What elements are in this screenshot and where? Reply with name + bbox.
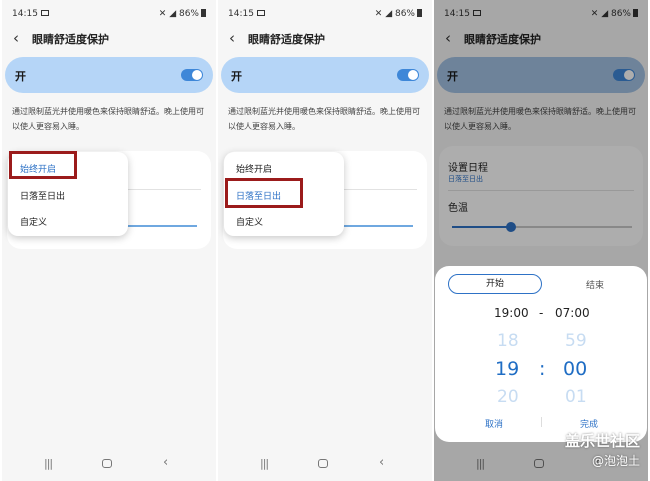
time-colon: : — [539, 358, 546, 380]
menu-item-custom[interactable]: 自定义 — [20, 215, 47, 228]
home-icon[interactable] — [102, 459, 112, 468]
image-notification-icon — [256, 10, 265, 16]
screen-2: 14:15 ✕ ◢ 86% ‹ 眼睛舒适度保护 开 通过限制蓝光并使用暖色来保持… — [218, 0, 432, 481]
status-time: 14:15 — [228, 9, 265, 19]
tab-end[interactable]: 结束 — [565, 278, 625, 291]
minute-current[interactable]: 00 — [563, 358, 587, 380]
slider-track — [127, 225, 197, 227]
watermark-title: 盖乐世社区 — [564, 432, 640, 450]
highlight-box — [9, 151, 77, 179]
nav-back-icon[interactable]: ‹ — [379, 455, 384, 470]
battery-icon — [417, 9, 422, 17]
master-toggle-row[interactable]: 开 — [5, 57, 213, 93]
watermark-author: @泡泡土 — [591, 454, 640, 468]
back-arrow-icon[interactable]: ‹ — [13, 30, 19, 46]
menu-item-custom[interactable]: 自定义 — [236, 215, 263, 228]
home-icon[interactable] — [318, 459, 328, 468]
nav-bar: ||| ‹ — [2, 455, 216, 475]
status-bar: 14:15 ✕ ◢ 86% — [2, 0, 216, 26]
switch-knob — [192, 70, 202, 80]
menu-item-sunset-sunrise[interactable]: 日落至日出 — [20, 189, 65, 202]
screen-1: 14:15 ✕ ◢ 86% ‹ 眼睛舒适度保护 开 通过限制蓝光并使用暖色来保持… — [2, 0, 216, 481]
range-start: 19:00 — [494, 306, 529, 320]
button-divider — [541, 417, 542, 427]
top-bar: ‹ 眼睛舒适度保护 — [2, 28, 216, 50]
hour-next[interactable]: 20 — [497, 387, 519, 407]
recent-apps-icon[interactable]: ||| — [44, 457, 53, 470]
recent-apps-icon[interactable]: ||| — [260, 457, 269, 470]
page-title: 眼睛舒适度保护 — [32, 33, 109, 46]
battery-icon — [201, 9, 206, 17]
switch-knob — [408, 70, 418, 80]
mute-signal-icon: ✕ ◢ — [158, 9, 179, 19]
cancel-button[interactable]: 取消 — [485, 417, 503, 430]
mute-signal-icon: ✕ ◢ — [374, 9, 395, 19]
time-picker-dialog: 开始 结束 19:00 - 07:00 18 59 19 : 00 20 01 … — [435, 266, 647, 442]
battery-text: 86% — [178, 9, 199, 19]
slider-track — [343, 225, 413, 227]
status-right: ✕ ◢ 86% — [375, 9, 422, 19]
battery-text: 86% — [394, 9, 415, 19]
master-switch[interactable] — [397, 69, 419, 81]
description-text: 通过限制蓝光并使用暖色来保持眼睛舒适。晚上使用可以使人更容易入睡。 — [228, 107, 420, 131]
minute-prev[interactable]: 59 — [565, 331, 587, 351]
master-switch[interactable] — [181, 69, 203, 81]
toggle-label: 开 — [231, 70, 242, 83]
hour-prev[interactable]: 18 — [497, 331, 519, 351]
nav-bar: ||| ‹ — [218, 455, 432, 475]
status-bar: 14:15 ✕ ◢ 86% — [218, 0, 432, 26]
highlight-box — [225, 178, 303, 208]
image-notification-icon — [40, 10, 49, 16]
page-title: 眼睛舒适度保护 — [248, 33, 325, 46]
minute-next[interactable]: 01 — [565, 387, 587, 407]
nav-back-icon[interactable]: ‹ — [163, 455, 168, 470]
range-end: 07:00 — [555, 306, 590, 320]
done-button[interactable]: 完成 — [580, 417, 598, 430]
status-right: ✕ ◢ 86% — [159, 9, 206, 19]
toggle-label: 开 — [15, 70, 26, 83]
hour-current[interactable]: 19 — [495, 358, 519, 380]
tab-start[interactable]: 开始 — [448, 274, 542, 294]
menu-item-always-on[interactable]: 始终开启 — [236, 162, 272, 175]
status-time: 14:15 — [12, 9, 49, 19]
range-separator: - — [539, 306, 544, 320]
master-toggle-row[interactable]: 开 — [221, 57, 429, 93]
back-arrow-icon[interactable]: ‹ — [229, 30, 235, 46]
top-bar: ‹ 眼睛舒适度保护 — [218, 28, 432, 50]
screen-3: 14:15 ✕ ◢ 86% ‹ 眼睛舒适度保护 开 通过限制蓝光并使用暖色来保持… — [434, 0, 648, 481]
description-text: 通过限制蓝光并使用暖色来保持眼睛舒适。晚上使用可以使人更容易入睡。 — [12, 107, 204, 131]
